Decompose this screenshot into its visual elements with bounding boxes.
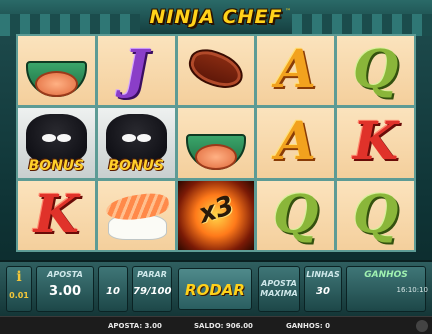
multiplier-label: x3 [194, 190, 238, 230]
letter-k: K [33, 183, 79, 245]
status-bet: APOSTA: 3.00 [108, 322, 162, 330]
symbol-a: A [257, 108, 335, 178]
soup-bowl-icon [26, 61, 87, 98]
bonus-label: BONUS [28, 157, 85, 174]
coin-value[interactable]: 0.01 [7, 291, 31, 300]
bonus-label: BONUS [108, 157, 165, 174]
bet-label: APOSTA [47, 270, 83, 279]
status-balance: SALDO: 906.00 [194, 322, 253, 330]
letter-q: Q [352, 39, 399, 100]
symbol-q: Q [337, 36, 414, 106]
soup-bowl-icon [185, 133, 247, 170]
symbol-k: K [337, 108, 414, 178]
symbol-sushi [97, 180, 175, 250]
letter-q: Q [273, 183, 319, 245]
symbol-soup-bowl [18, 36, 95, 106]
lines-value: 30 [316, 286, 330, 297]
stop-autoplay-button[interactable]: PARAR 79/100 [132, 266, 172, 312]
stop-label: PARAR [137, 270, 167, 279]
symbol-steak [177, 36, 255, 106]
letter-a: A [275, 111, 316, 173]
spin-button[interactable]: RODAR [178, 268, 252, 310]
lines-selector[interactable]: 10 [98, 266, 128, 312]
spin-label: RODAR [185, 281, 245, 299]
symbol-x3-multiplier: x3 [177, 180, 255, 250]
symbol-q: Q [337, 180, 414, 250]
bet-display[interactable]: APOSTA 3.00 [36, 266, 94, 312]
reels-area: BONUS K J BONUS x3 A A Q Q K Q [16, 34, 416, 252]
symbol-a: A [257, 36, 335, 106]
max-bet-label: APOSTA MAXIMA [260, 279, 298, 298]
lines-display[interactable]: LINHAS 30 [304, 266, 342, 312]
clock: 16:10:10 [396, 286, 428, 294]
letter-j: J [123, 39, 149, 100]
winnings-label: GANHOS [364, 270, 408, 280]
ninja-icon [105, 114, 167, 163]
status-winnings: GANHOS: 0 [286, 322, 330, 330]
reel-2: J BONUS [97, 36, 175, 250]
lines-label: LINHAS [306, 270, 340, 279]
ninja-icon [26, 114, 87, 163]
symbol-bonus: BONUS [18, 108, 95, 178]
trademark-mark: ™ [285, 8, 291, 15]
menu-icon[interactable] [416, 320, 428, 332]
letter-k: K [352, 111, 399, 173]
info-icon: i [16, 269, 22, 285]
symbol-bonus: BONUS [97, 108, 175, 178]
control-panel: i 0.01 APOSTA 3.00 10 PARAR 79/100 RODAR… [0, 260, 432, 316]
reel-3: x3 [177, 36, 255, 250]
steak-icon [183, 44, 248, 94]
reel-5: Q K Q [337, 36, 414, 250]
max-bet-button[interactable]: APOSTA MAXIMA [258, 266, 300, 312]
reel-4: A A Q [257, 36, 335, 250]
reel-1: BONUS K [18, 36, 95, 250]
letter-a: A [275, 39, 316, 100]
symbol-soup-bowl [177, 108, 255, 178]
pagoda-roof-header: NINJA CHEF ™ [0, 0, 432, 36]
symbol-q: Q [257, 180, 335, 250]
info-button[interactable]: i 0.01 [6, 266, 32, 312]
bet-value: 3.00 [48, 284, 82, 299]
autoplay-count: 79/100 [133, 286, 172, 297]
symbol-k: K [18, 180, 95, 250]
game-logo: NINJA CHEF [149, 6, 283, 28]
slot-game: NINJA CHEF ™ BONUS K J BONUS x3 A A Q Q … [0, 0, 432, 334]
status-bar: APOSTA: 3.00 SALDO: 906.00 GANHOS: 0 [0, 316, 432, 334]
letter-q: Q [352, 183, 399, 245]
symbol-j: J [97, 36, 175, 106]
lines-selector-value: 10 [106, 286, 120, 297]
